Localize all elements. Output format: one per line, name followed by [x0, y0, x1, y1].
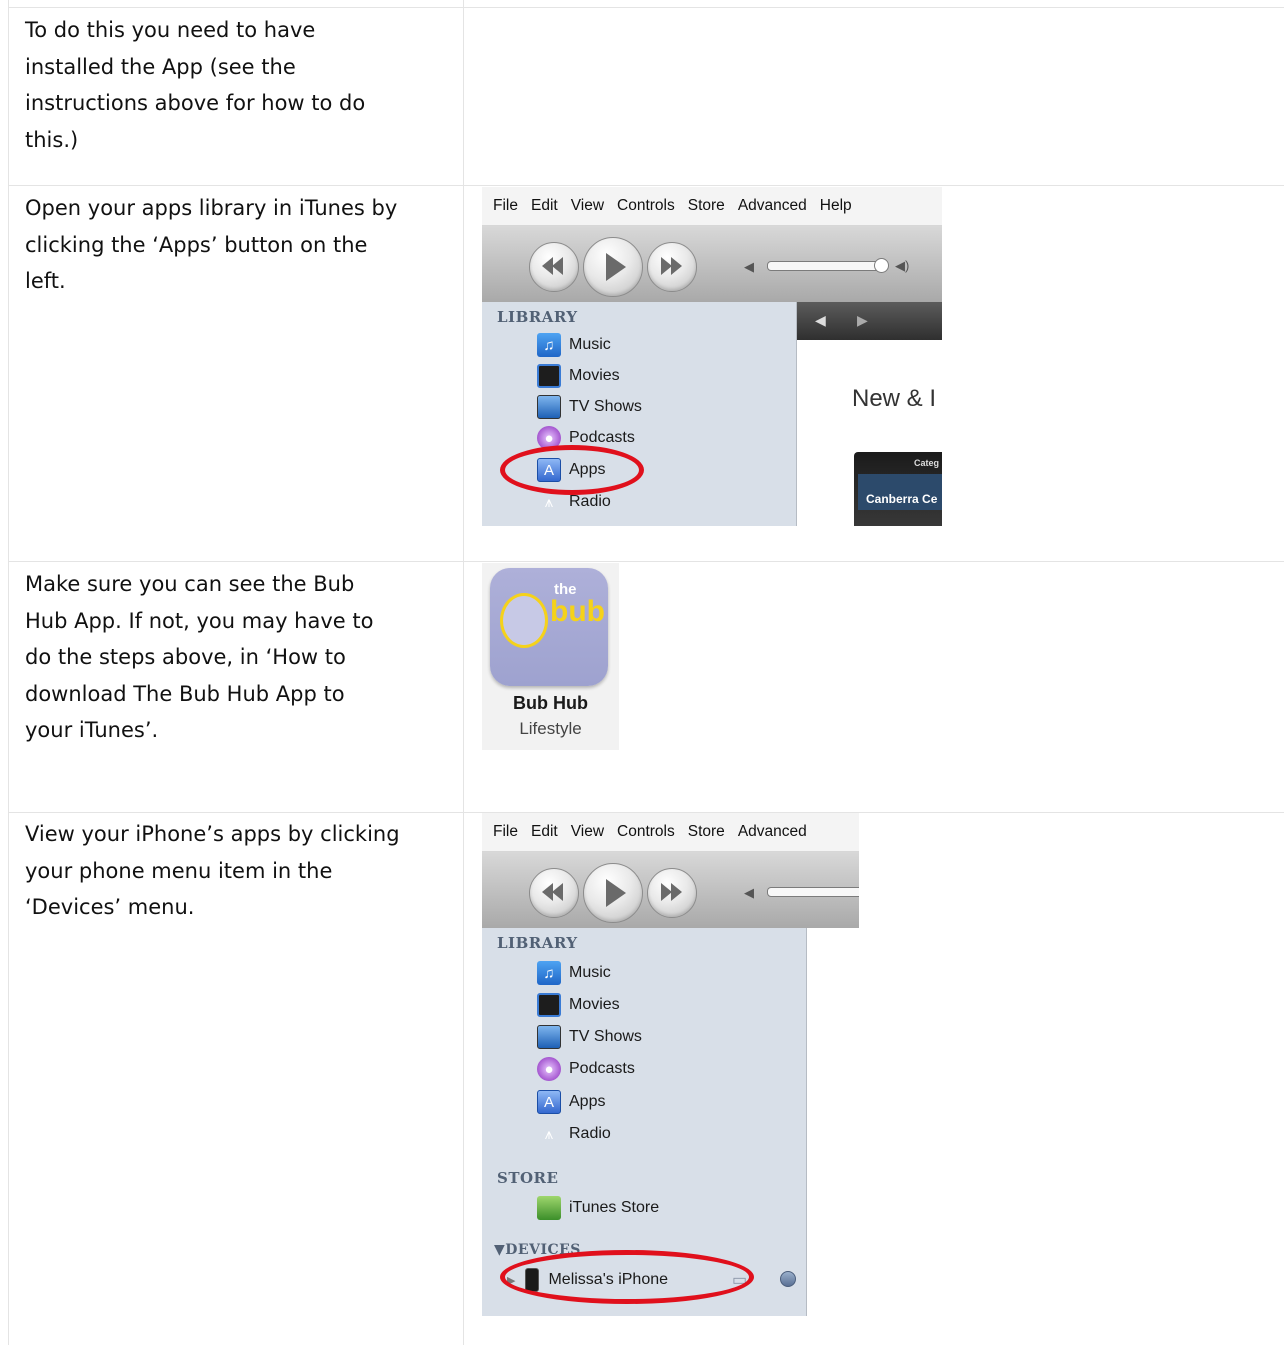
menu-view[interactable]: View [571, 197, 604, 215]
store-icon [537, 1196, 561, 1220]
volume-low-icon: ◀ [744, 259, 754, 274]
volume-slider[interactable] [767, 261, 881, 271]
menu-store[interactable]: Store [688, 823, 725, 841]
sidebar-item-movies[interactable]: Movies [537, 991, 620, 1019]
radio-tower-icon: ⩚ [544, 1125, 554, 1143]
menu-edit[interactable]: Edit [531, 823, 558, 841]
volume-knob[interactable] [874, 258, 889, 273]
menu-view[interactable]: View [571, 823, 604, 841]
bub-hub-app-icon: the bub [490, 568, 608, 686]
menu-advanced[interactable]: Advanced [738, 197, 807, 215]
volume-slider[interactable] [767, 887, 859, 897]
film-icon [537, 993, 561, 1017]
highlight-ellipse [500, 445, 644, 495]
sidebar-item-music[interactable]: ♫ Music [537, 331, 611, 359]
section-heading: New & I [852, 385, 937, 412]
podcast-icon: ● [537, 1057, 561, 1081]
volume-low-icon: ◀ [744, 885, 754, 900]
tv-icon [537, 1025, 561, 1049]
menu-file[interactable]: File [493, 823, 518, 841]
film-icon [537, 364, 561, 388]
row-divider [8, 561, 1284, 562]
sidebar-item-music[interactable]: ♫ Music [537, 959, 611, 987]
apps-icon: A [537, 1090, 561, 1114]
bub-hub-app-tile[interactable]: the bub Bub Hub Lifestyle [482, 563, 619, 750]
play-button[interactable] [583, 237, 643, 297]
tv-icon [537, 395, 561, 419]
library-heading: LIBRARY [497, 308, 578, 326]
instruction-text-3: Make sure you can see the Bub Hub App. I… [25, 572, 374, 742]
store-heading: STORE [497, 1169, 559, 1187]
itunes-sidebar: LIBRARY ♫ Music Movies TV Shows ● Podcasts… [482, 928, 807, 1316]
itunes-screenshot-apps: File Edit View Controls Store Advanced H… [482, 187, 942, 526]
table-border-top [8, 7, 1284, 8]
sidebar-item-tv-shows[interactable]: TV Shows [537, 393, 642, 421]
music-note-icon: ♫ [537, 333, 561, 357]
library-heading: LIBRARY [497, 934, 578, 952]
menu-file[interactable]: File [493, 197, 518, 215]
menu-advanced[interactable]: Advanced [738, 823, 807, 841]
playback-toolbar: ◀ ◀) [482, 226, 942, 303]
sidebar-item-tv-shows[interactable]: TV Shows [537, 1023, 642, 1051]
sidebar-item-movies[interactable]: Movies [537, 362, 620, 390]
highlight-ellipse [500, 1250, 754, 1304]
app-category: Lifestyle [519, 719, 582, 738]
content-area [807, 928, 859, 1316]
app-preview-thumbnail[interactable]: Categ Canberra Ce [854, 452, 942, 526]
playback-toolbar: ◀ [482, 852, 859, 929]
menu-controls[interactable]: Controls [617, 197, 675, 215]
menu-store[interactable]: Store [688, 197, 725, 215]
menu-edit[interactable]: Edit [531, 197, 558, 215]
back-arrow-icon[interactable]: ◀ [815, 312, 826, 329]
music-note-icon: ♫ [537, 961, 561, 985]
sidebar-item-apps[interactable]: A Apps [537, 1088, 605, 1116]
instruction-text-1: To do this you need to have installed th… [25, 18, 366, 152]
itunes-sidebar: LIBRARY ♫ Music Movies TV Shows ● Podcasts… [482, 302, 797, 526]
table-border-left [8, 0, 9, 1345]
itunes-screenshot-devices: File Edit View Controls Store Advanced ◀… [482, 813, 859, 1316]
menu-bar: File Edit View Controls Store Advanced H… [482, 187, 942, 226]
sidebar-item-podcasts[interactable]: ● Podcasts [537, 1055, 635, 1083]
next-track-button[interactable] [647, 242, 697, 292]
next-track-button[interactable] [647, 868, 697, 918]
menu-help[interactable]: Help [820, 197, 852, 215]
previous-track-button[interactable] [529, 242, 579, 292]
store-content-area: ◀ ▶ New & I Categ Canberra Ce [797, 302, 942, 526]
previous-track-button[interactable] [529, 868, 579, 918]
instruction-text-2: Open your apps library in iTunes by clic… [25, 196, 398, 293]
menu-bar: File Edit View Controls Store Advanced [482, 813, 859, 852]
table-column-divider [463, 0, 464, 1345]
forward-arrow-icon[interactable]: ▶ [857, 312, 868, 329]
play-button[interactable] [583, 863, 643, 923]
eject-icon[interactable] [780, 1271, 796, 1287]
sidebar-item-radio[interactable]: ⩚ Radio [537, 1120, 611, 1148]
volume-high-icon: ◀) [895, 258, 910, 273]
menu-controls[interactable]: Controls [617, 823, 675, 841]
sidebar-item-itunes-store[interactable]: iTunes Store [537, 1194, 659, 1222]
logo-circle [500, 593, 548, 648]
navigation-strip: ◀ ▶ [797, 302, 942, 340]
app-name: Bub Hub [513, 693, 588, 713]
row-divider [8, 185, 1284, 186]
instruction-text-4: View your iPhone’s apps by clicking your… [25, 822, 400, 919]
